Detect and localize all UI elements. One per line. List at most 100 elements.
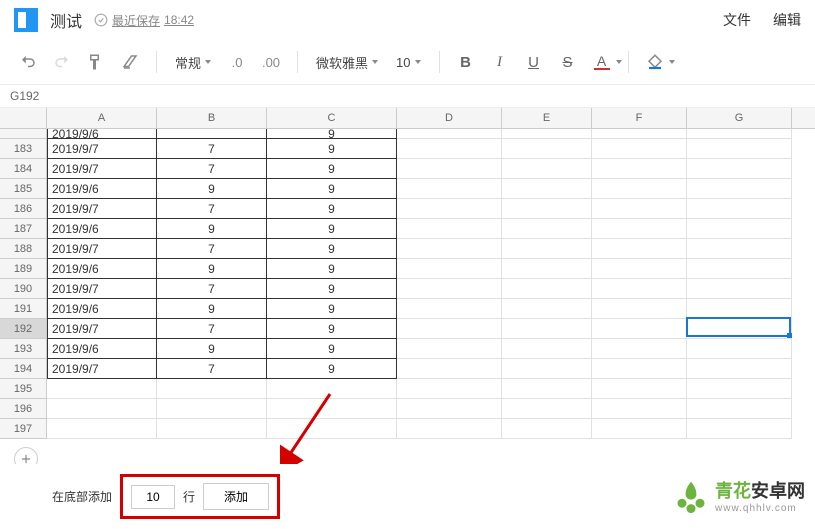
cell[interactable] — [687, 419, 792, 439]
cell[interactable] — [157, 379, 267, 399]
cell[interactable]: 2019/9/7 — [47, 199, 157, 219]
cell[interactable]: 9 — [267, 339, 397, 359]
cell[interactable] — [47, 419, 157, 439]
cell[interactable] — [397, 359, 502, 379]
cell[interactable]: 9 — [267, 259, 397, 279]
cell[interactable] — [502, 219, 592, 239]
column-header[interactable]: C — [267, 108, 397, 128]
cell[interactable] — [397, 199, 502, 219]
row-header[interactable]: 189 — [0, 259, 47, 279]
cell[interactable]: 2019/9/7 — [47, 139, 157, 159]
cell[interactable] — [592, 159, 687, 179]
cell[interactable] — [397, 399, 502, 419]
cell[interactable]: 2019/9/7 — [47, 159, 157, 179]
cell[interactable] — [267, 419, 397, 439]
cell[interactable] — [502, 139, 592, 159]
cell[interactable] — [687, 379, 792, 399]
cell[interactable]: 9 — [267, 299, 397, 319]
cell[interactable] — [687, 359, 792, 379]
cell[interactable] — [157, 399, 267, 419]
spreadsheet-grid[interactable]: ABCDEFG 2019/9/691832019/9/7791842019/9/… — [0, 108, 815, 448]
select-all-corner[interactable] — [0, 108, 47, 128]
underline-button[interactable]: U — [520, 48, 548, 76]
column-header[interactable]: E — [502, 108, 592, 128]
cell[interactable] — [687, 279, 792, 299]
font-family-dropdown[interactable]: 微软雅黑 — [310, 53, 384, 72]
cell[interactable] — [502, 379, 592, 399]
cell[interactable] — [397, 139, 502, 159]
cell[interactable] — [687, 339, 792, 359]
cell[interactable] — [592, 199, 687, 219]
cell[interactable] — [397, 299, 502, 319]
cell[interactable]: 9 — [157, 339, 267, 359]
cell[interactable]: 9 — [267, 279, 397, 299]
redo-button[interactable] — [48, 48, 76, 76]
cell[interactable]: 2019/9/6 — [47, 299, 157, 319]
cell[interactable]: 7 — [157, 319, 267, 339]
cell[interactable] — [687, 219, 792, 239]
row-header[interactable]: 195 — [0, 379, 47, 399]
cell[interactable] — [397, 219, 502, 239]
cell[interactable] — [502, 419, 592, 439]
cell[interactable] — [592, 319, 687, 339]
cell[interactable]: 9 — [157, 219, 267, 239]
cell-reference[interactable]: G192 — [0, 85, 815, 108]
cell[interactable]: 2019/9/6 — [47, 339, 157, 359]
cell[interactable] — [502, 339, 592, 359]
cell[interactable] — [592, 219, 687, 239]
column-header[interactable]: B — [157, 108, 267, 128]
cell[interactable] — [592, 339, 687, 359]
row-header[interactable]: 190 — [0, 279, 47, 299]
cell[interactable]: 2019/9/7 — [47, 319, 157, 339]
decrease-decimal-button[interactable]: .0 — [223, 48, 251, 76]
font-size-dropdown[interactable]: 10 — [390, 55, 426, 70]
undo-button[interactable] — [14, 48, 42, 76]
cell[interactable]: 7 — [157, 239, 267, 259]
cell[interactable] — [687, 159, 792, 179]
cell[interactable] — [592, 379, 687, 399]
row-header[interactable]: 187 — [0, 219, 47, 239]
bold-button[interactable]: B — [452, 48, 480, 76]
cell[interactable] — [687, 199, 792, 219]
format-painter-button[interactable] — [82, 48, 110, 76]
strikethrough-button[interactable]: S — [554, 48, 582, 76]
cell[interactable] — [502, 179, 592, 199]
cell[interactable] — [502, 239, 592, 259]
cell[interactable] — [47, 399, 157, 419]
cell[interactable] — [502, 259, 592, 279]
cell[interactable] — [502, 199, 592, 219]
cell[interactable]: 7 — [157, 159, 267, 179]
menu-file[interactable]: 文件 — [723, 10, 751, 30]
cell[interactable] — [592, 239, 687, 259]
cell[interactable] — [397, 319, 502, 339]
cell[interactable]: 7 — [157, 199, 267, 219]
italic-button[interactable]: I — [486, 48, 514, 76]
row-header[interactable]: 191 — [0, 299, 47, 319]
cell[interactable]: 9 — [267, 139, 397, 159]
cell[interactable] — [592, 399, 687, 419]
row-header[interactable]: 194 — [0, 359, 47, 379]
cell[interactable]: 2019/9/6 — [47, 179, 157, 199]
cell[interactable] — [687, 239, 792, 259]
cell[interactable] — [397, 159, 502, 179]
cell[interactable]: 2019/9/7 — [47, 359, 157, 379]
cell[interactable]: 9 — [267, 239, 397, 259]
cell[interactable]: 9 — [267, 179, 397, 199]
cell[interactable] — [592, 419, 687, 439]
save-status[interactable]: 最近保存 18:42 — [94, 12, 194, 29]
cell[interactable]: 9 — [267, 199, 397, 219]
cell[interactable] — [592, 279, 687, 299]
cell[interactable] — [687, 299, 792, 319]
cell[interactable]: 7 — [157, 139, 267, 159]
cell[interactable] — [687, 179, 792, 199]
cell[interactable]: 9 — [267, 219, 397, 239]
cell[interactable]: 9 — [267, 319, 397, 339]
cell[interactable] — [502, 359, 592, 379]
cell[interactable]: 2019/9/7 — [47, 279, 157, 299]
increase-decimal-button[interactable]: .00 — [257, 48, 285, 76]
cell[interactable] — [687, 259, 792, 279]
cell[interactable] — [397, 179, 502, 199]
column-header[interactable]: G — [687, 108, 792, 128]
column-header[interactable]: A — [47, 108, 157, 128]
cell[interactable] — [687, 399, 792, 419]
